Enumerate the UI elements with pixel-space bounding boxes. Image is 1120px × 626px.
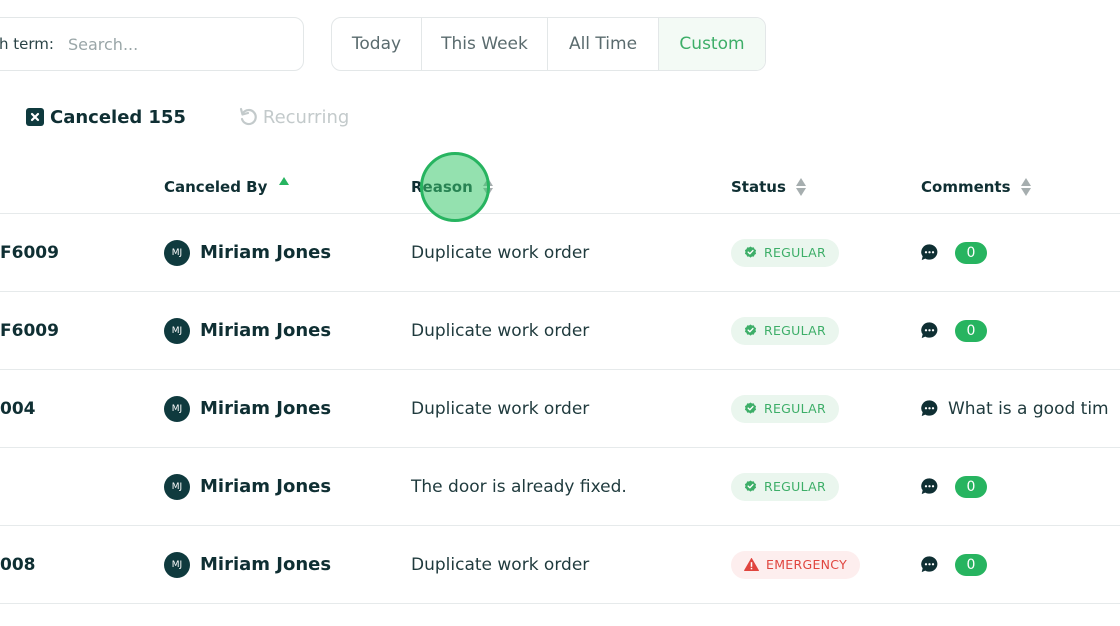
tab-canceled-label: Canceled (50, 106, 143, 128)
tab-canceled[interactable]: Canceled 155 (26, 107, 186, 128)
search-input[interactable] (67, 34, 268, 54)
sort-icon[interactable] (482, 178, 493, 196)
table-row[interactable]: 004 MJ Miriam Jones Duplicate work order… (0, 370, 1120, 448)
column-header-status[interactable]: Status (731, 178, 806, 196)
column-header-comments[interactable]: Comments (921, 178, 1031, 196)
tab-recurring[interactable]: Recurring (238, 107, 349, 128)
status-cell: REGULAR (731, 370, 840, 447)
canceled-by-name: Miriam Jones (200, 398, 332, 419)
comment-count-badge[interactable]: 0 (955, 553, 987, 576)
warning-triangle-icon (744, 558, 759, 571)
table-header: Canceled By Reason Status Comments (0, 160, 1120, 214)
avatar: MJ (164, 317, 190, 344)
comment-count-badge[interactable]: 0 (955, 475, 987, 498)
reason: Duplicate work order (411, 398, 590, 419)
comment-count-badge[interactable]: 0 (955, 319, 987, 342)
range-today-button[interactable]: Today (332, 18, 422, 70)
avatar: MJ (164, 239, 190, 266)
comment-bubble-icon[interactable] (920, 555, 939, 574)
work-order-id[interactable]: 004 (0, 370, 36, 447)
column-header-label: Canceled By (164, 178, 268, 196)
status-cell: REGULAR (731, 448, 840, 525)
table-row[interactable]: MJ Miriam Jones The door is already fixe… (0, 448, 1120, 526)
status-badge: REGULAR (731, 394, 840, 423)
tab-canceled-count: 155 (148, 106, 186, 128)
comments-cell[interactable]: 0 (920, 292, 987, 369)
check-badge-icon (744, 246, 757, 258)
range-this-week-button[interactable]: This Week (422, 18, 548, 70)
comment-bubble-icon[interactable] (920, 243, 939, 262)
comment-count-badge[interactable]: 0 (955, 241, 987, 264)
avatar: MJ (164, 551, 190, 578)
status-tabs: Canceled 155 Recurring (26, 104, 349, 130)
status-badge-label: REGULAR (764, 479, 827, 494)
comment-preview: What is a good tim (948, 398, 1109, 419)
avatar: MJ (164, 395, 190, 422)
tab-recurring-label: Recurring (262, 106, 350, 128)
avatar: MJ (164, 473, 190, 500)
canceled-by: MJ Miriam Jones (164, 448, 331, 525)
status-cell: REGULAR (731, 214, 840, 291)
canceled-by: MJ Miriam Jones (164, 214, 331, 291)
canceled-by-name: Miriam Jones (200, 554, 332, 575)
status-badge-label: REGULAR (764, 245, 827, 260)
table-row[interactable]: 008 MJ Miriam Jones Duplicate work order… (0, 526, 1120, 604)
work-order-id[interactable]: 008 (0, 526, 36, 603)
comment-bubble-icon[interactable] (920, 477, 939, 496)
status-badge: EMERGENCY (731, 550, 861, 579)
status-cell: EMERGENCY (731, 526, 861, 603)
x-square-icon (26, 108, 44, 126)
canceled-by: MJ Miriam Jones (164, 370, 331, 447)
search-label: h term: (0, 35, 54, 53)
comments-cell[interactable]: 0 (920, 526, 987, 603)
canceled-by: MJ Miriam Jones (164, 292, 331, 369)
reason: Duplicate work order (411, 320, 590, 341)
column-header-reason[interactable]: Reason (411, 178, 493, 196)
reason: Duplicate work order (411, 242, 590, 263)
status-badge: REGULAR (731, 238, 840, 267)
column-header-label: Status (731, 178, 786, 196)
status-cell: REGULAR (731, 292, 840, 369)
work-order-id[interactable]: F6009 (0, 292, 59, 369)
comments-cell[interactable]: 0 (920, 448, 987, 525)
table-row[interactable]: F6009 MJ Miriam Jones Duplicate work ord… (0, 292, 1120, 370)
rotate-ccw-icon (238, 107, 258, 127)
status-badge-label: REGULAR (764, 323, 827, 338)
comments-cell[interactable]: 0 (920, 214, 987, 291)
comments-cell[interactable]: What is a good tim (920, 370, 1109, 447)
status-badge-label: EMERGENCY (766, 557, 848, 572)
status-badge: REGULAR (731, 316, 840, 345)
sort-ascending-icon[interactable] (279, 177, 290, 185)
table-row[interactable]: F6009 MJ Miriam Jones Duplicate work ord… (0, 214, 1120, 292)
check-badge-icon (744, 402, 757, 414)
search-box: h term: (0, 17, 304, 71)
range-all-time-button[interactable]: All Time (548, 18, 659, 70)
status-badge: REGULAR (731, 472, 840, 501)
sort-icon[interactable] (1020, 178, 1031, 196)
canceled-by-name: Miriam Jones (200, 242, 332, 263)
comment-bubble-icon[interactable] (920, 399, 939, 418)
check-badge-icon (744, 480, 757, 492)
column-header-label: Comments (921, 178, 1011, 196)
canceled-by-name: Miriam Jones (200, 320, 332, 341)
reason: The door is already fixed. (411, 476, 627, 497)
range-custom-button[interactable]: Custom (659, 18, 765, 70)
reason: Duplicate work order (411, 554, 590, 575)
date-range-group: Today This Week All Time Custom (331, 17, 766, 71)
comment-bubble-icon[interactable] (920, 321, 939, 340)
status-badge-label: REGULAR (764, 401, 827, 416)
column-header-canceled-by[interactable]: Canceled By (164, 177, 290, 196)
sort-icon[interactable] (795, 178, 806, 196)
check-badge-icon (744, 324, 757, 336)
canceled-by: MJ Miriam Jones (164, 526, 331, 603)
column-header-label: Reason (411, 178, 473, 196)
work-order-id[interactable]: F6009 (0, 214, 59, 291)
canceled-by-name: Miriam Jones (200, 476, 332, 497)
